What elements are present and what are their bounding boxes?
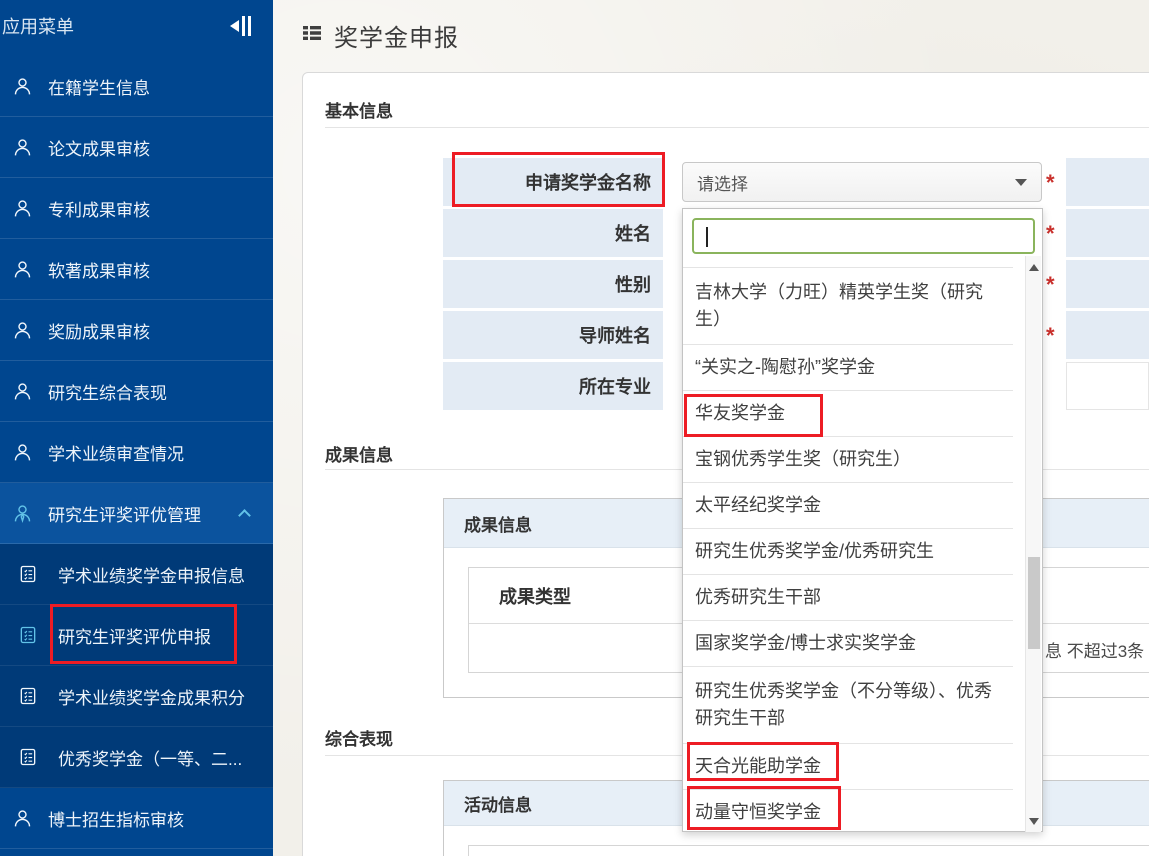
person-icon	[12, 808, 33, 829]
text-caret	[706, 227, 708, 247]
scrollbar-thumb[interactable]	[1028, 557, 1040, 649]
sidebar-item-grad-award-apply[interactable]: 研究生评奖评优申报	[0, 605, 273, 666]
dropdown-option[interactable]: 国家奖学金/博士求实奖学金	[683, 621, 1013, 667]
sidebar: 应用菜单 在籍学生信息 论文成果审核 专利成果审核 软著成果审核 奖励成果审核 …	[0, 0, 273, 856]
form-cell	[1066, 209, 1149, 257]
sidebar-item-paper-review[interactable]: 论文成果审核	[0, 117, 273, 178]
achievement-hint-text: 息 不超过3条	[1045, 637, 1144, 662]
collapse-sidebar-icon[interactable]	[230, 16, 251, 36]
sidebar-title: 应用菜单	[2, 13, 74, 39]
scholarship-dropdown: 中国一汽（红旗）奖学金 吉林大学（力旺）精英学生奖（研究生） “关实之-陶慰孙”…	[682, 208, 1043, 832]
sidebar-item-label: 奖励成果审核	[48, 318, 150, 343]
form-cell	[1066, 158, 1149, 206]
activity-table	[468, 845, 1149, 856]
person-icon	[12, 259, 33, 280]
sidebar-item-label: 学术业绩奖学金申报信息	[58, 562, 245, 587]
required-marker: *	[1046, 274, 1055, 296]
form-cell	[1066, 260, 1149, 308]
dropdown-option-trina[interactable]: 天合光能助学金	[683, 744, 1013, 790]
clipboard-list-icon	[18, 686, 38, 706]
dropdown-option[interactable]: “关实之-陶慰孙”奖学金	[683, 345, 1013, 391]
chevron-down-icon	[1015, 179, 1027, 186]
sidebar-item-academic-scholarship-info[interactable]: 学术业绩奖学金申报信息	[0, 544, 273, 605]
sidebar-item-award-review[interactable]: 奖励成果审核	[0, 300, 273, 361]
form-label-major: 所在专业	[443, 362, 663, 410]
page-title: 奖学金申报	[334, 18, 459, 53]
section-title-basic: 基本信息	[325, 97, 393, 122]
sidebar-item-label: 研究生评奖评优申报	[58, 623, 211, 648]
clipboard-list-icon	[18, 564, 38, 584]
section-title-overall: 综合表现	[325, 725, 393, 750]
section-title-achievement: 成果信息	[325, 441, 393, 466]
sidebar-item-label: 研究生评奖评优管理	[48, 501, 201, 526]
sidebar-header: 应用菜单	[0, 0, 273, 56]
person-icon	[12, 137, 33, 158]
scholarship-select[interactable]: 请选择	[682, 162, 1042, 202]
dropdown-search-input[interactable]	[692, 218, 1035, 254]
required-marker: *	[1046, 223, 1055, 245]
divider	[325, 127, 1149, 128]
dropdown-option[interactable]: 宝钢优秀学生奖（研究生）	[683, 437, 1013, 483]
dropdown-option[interactable]: 太平经纪奖学金	[683, 483, 1013, 529]
scroll-up-icon[interactable]	[1026, 258, 1042, 276]
sidebar-item-label: 软著成果审核	[48, 257, 150, 282]
sidebar-item-excellent-scholarship[interactable]: 优秀奖学金（一等、二...	[0, 727, 273, 788]
sidebar-item-phd-quota-review[interactable]: 博士招生指标审核	[0, 788, 273, 849]
dropdown-option[interactable]: 研究生优秀奖学金（不分等级）、优秀研究生干部	[683, 667, 1013, 744]
person-icon	[12, 198, 33, 219]
dropdown-option-momentum[interactable]: 动量守恒奖学金	[683, 790, 1013, 833]
dropdown-option[interactable]: 吉林大学（力旺）精英学生奖（研究生）	[683, 268, 1013, 345]
form-cell	[1066, 362, 1149, 410]
sidebar-item-grad-performance[interactable]: 研究生综合表现	[0, 361, 273, 422]
required-marker: *	[1046, 172, 1055, 194]
sidebar-item-academic-check[interactable]: 学术业绩审查情况	[0, 422, 273, 483]
person-icon	[12, 442, 33, 463]
form-label-name: 姓名	[443, 209, 663, 257]
sidebar-item-award-management[interactable]: 研究生评奖评优管理	[0, 483, 273, 544]
person-tie-icon	[12, 503, 33, 524]
form-label-supervisor: 导师姓名	[443, 311, 663, 359]
dropdown-option-huayou[interactable]: 华友奖学金	[683, 391, 1013, 437]
page-header: 奖学金申报	[300, 18, 459, 53]
person-icon	[12, 320, 33, 341]
chevron-up-icon	[238, 509, 251, 522]
select-value: 请选择	[697, 170, 748, 195]
dropdown-option[interactable]: 研究生优秀奖学金/优秀研究生	[683, 529, 1013, 575]
form-label-gender: 性别	[443, 260, 663, 308]
dropdown-scrollbar[interactable]	[1025, 256, 1041, 832]
list-icon	[300, 21, 324, 50]
sidebar-item-software-review[interactable]: 软著成果审核	[0, 239, 273, 300]
sidebar-item-label: 优秀奖学金（一等、二...	[58, 745, 242, 770]
dropdown-option[interactable]: 优秀研究生干部	[683, 575, 1013, 621]
app-window: 应用菜单 在籍学生信息 论文成果审核 专利成果审核 软著成果审核 奖励成果审核 …	[0, 0, 1149, 856]
sidebar-item-academic-scholarship-points[interactable]: 学术业绩奖学金成果积分	[0, 666, 273, 727]
sidebar-item-label: 博士招生指标审核	[48, 806, 184, 831]
dropdown-option-clipped[interactable]: 中国一汽（红旗）奖学金	[683, 256, 1013, 268]
form-cell	[1066, 311, 1149, 359]
person-icon	[12, 76, 33, 97]
sidebar-item-label: 论文成果审核	[48, 135, 150, 160]
sidebar-item-enrolled-students[interactable]: 在籍学生信息	[0, 56, 273, 117]
sidebar-item-label: 学术业绩审查情况	[48, 440, 184, 465]
clipboard-list-icon	[18, 625, 38, 645]
sidebar-item-label: 学术业绩奖学金成果积分	[58, 684, 245, 709]
sidebar-item-patent-review[interactable]: 专利成果审核	[0, 178, 273, 239]
sidebar-item-label: 研究生综合表现	[48, 379, 167, 404]
sidebar-item-label: 在籍学生信息	[48, 74, 150, 99]
dropdown-list: 中国一汽（红旗）奖学金 吉林大学（力旺）精英学生奖（研究生） “关实之-陶慰孙”…	[683, 256, 1027, 833]
clipboard-list-icon	[18, 747, 38, 767]
sidebar-item-label: 专利成果审核	[48, 196, 150, 221]
scroll-down-icon[interactable]	[1026, 812, 1042, 830]
form-label-scholarship-name: 申请奖学金名称	[443, 158, 663, 206]
person-icon	[12, 381, 33, 402]
required-marker: *	[1046, 325, 1055, 347]
